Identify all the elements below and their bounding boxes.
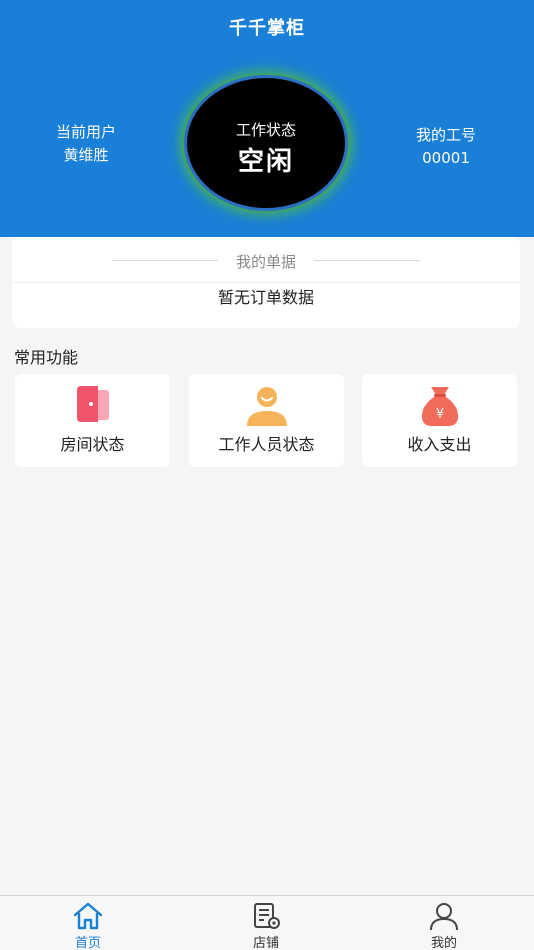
orders-empty-text: 暂无订单数据 — [217, 288, 314, 307]
job-id-value: 00001 — [422, 149, 470, 167]
tab-shop[interactable]: 店铺 — [216, 896, 316, 950]
income-expense-label: 收入支出 — [407, 435, 472, 454]
work-status-value: 空闲 — [237, 147, 294, 177]
tab-shop-label: 店铺 — [252, 936, 279, 950]
current-user-label: 当前用户 — [55, 123, 116, 141]
staff-status-button[interactable]: 工作人员状态 — [189, 374, 344, 467]
job-id-label: 我的工号 — [415, 126, 476, 144]
divider-line — [314, 260, 420, 261]
orders-title-row: 我的单据 — [12, 237, 520, 283]
tab-home[interactable]: 首页 — [38, 896, 138, 950]
svg-text:¥: ¥ — [436, 407, 444, 422]
tab-mine-label: 我的 — [430, 936, 457, 950]
shop-settings-icon — [254, 903, 280, 929]
money-bag-icon: ¥ — [421, 387, 459, 426]
app-screen: 千千掌柜 当前用户 黄维胜 工作状态 空闲 我的工号 00001 我的单据 暂无… — [0, 0, 534, 950]
app-title: 千千掌柜 — [229, 18, 305, 39]
work-status-label: 工作状态 — [235, 121, 296, 139]
tab-mine[interactable]: 我的 — [394, 896, 494, 950]
room-status-label: 房间状态 — [60, 435, 125, 454]
room-status-button[interactable]: 房间状态 — [15, 374, 170, 467]
header: 千千掌柜 当前用户 黄维胜 工作状态 空闲 我的工号 00001 — [0, 0, 534, 237]
tab-bar: 首页 店铺 我的 — [0, 895, 534, 950]
home-icon — [73, 902, 103, 930]
door-icon — [77, 386, 109, 422]
current-user-block: 当前用户 黄维胜 — [40, 121, 132, 167]
job-id-block: 我的工号 00001 — [400, 124, 492, 170]
tab-home-label: 首页 — [74, 936, 101, 950]
user-icon — [430, 903, 458, 931]
orders-title: 我的单据 — [235, 253, 296, 271]
functions-section-title: 常用功能 — [14, 348, 79, 367]
staff-status-label: 工作人员状态 — [218, 435, 315, 454]
current-user-name: 黄维胜 — [63, 146, 109, 164]
income-expense-button[interactable]: ¥ 收入支出 — [362, 374, 517, 467]
staff-icon — [247, 387, 287, 426]
orders-card[interactable]: 我的单据 暂无订单数据 — [12, 237, 520, 328]
